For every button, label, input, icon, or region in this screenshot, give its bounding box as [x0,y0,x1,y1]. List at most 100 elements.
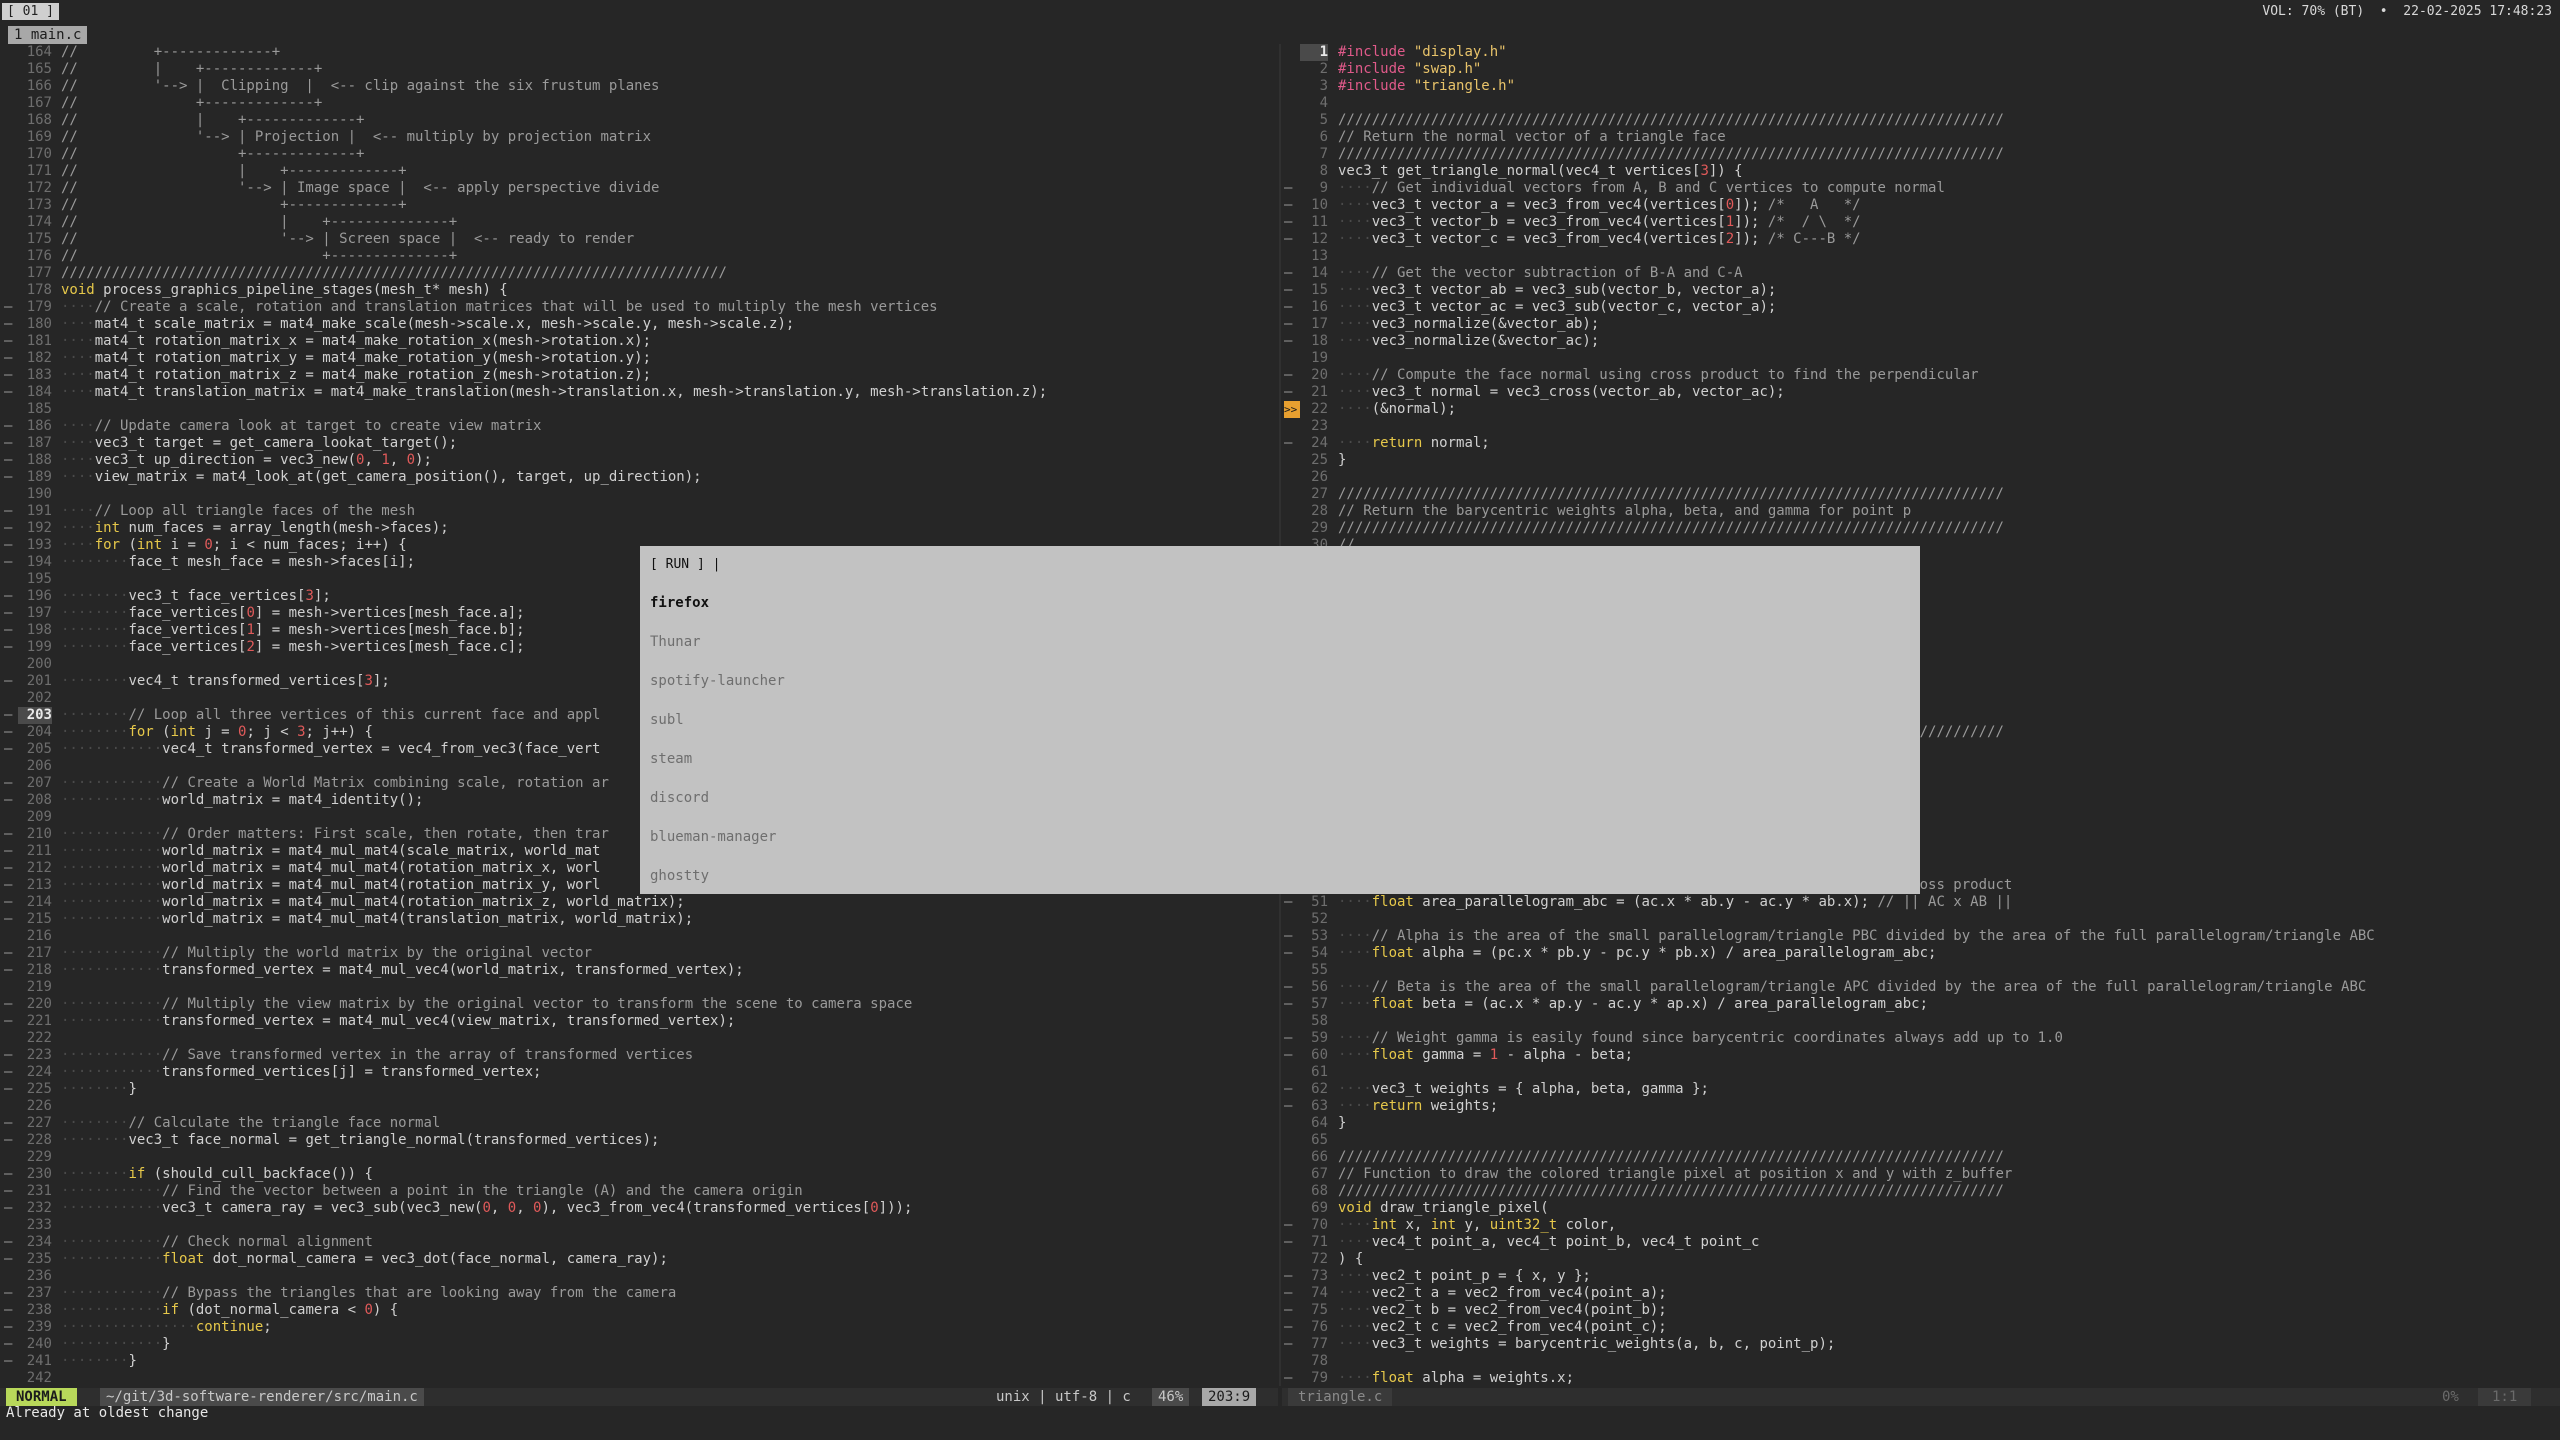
right-code-line[interactable]: 27 //////////////////////////////////////… [1282,486,2560,503]
left-code-line[interactable]: 170 // +-------------+ [0,146,1278,163]
right-code-line[interactable]: ‒ 77 ····vec3_t weights = barycentric_weig… [1282,1336,2560,1353]
right-code-line[interactable]: 61 [1282,1064,2560,1081]
left-code-line[interactable]: ‒ 181 ····mat4_t rotation_matrix_x = mat4_… [0,333,1278,350]
right-code-line[interactable]: ‒ 73 ····vec2_t point_p = { x, y }; [1282,1268,2560,1285]
right-code-line[interactable]: 67 // Function to draw the colored triang… [1282,1166,2560,1183]
right-code-line[interactable]: ‒ 24 ····return normal; [1282,435,2560,452]
left-code-line[interactable]: ‒ 215 ············world_matrix = mat4_mul_… [0,911,1278,928]
right-code-line[interactable]: ‒ 70 ····int x, int y, uint32_t color, [1282,1217,2560,1234]
right-code-line[interactable]: 19 [1282,350,2560,367]
right-code-line[interactable]: 64} [1282,1115,2560,1132]
workspace-indicator[interactable]: [ 01 ] [2,3,59,20]
right-code-line[interactable]: ‒ 63 ····return weights; [1282,1098,2560,1115]
right-code-line[interactable]: 66 //////////////////////////////////////… [1282,1149,2560,1166]
left-code-line[interactable]: ‒ 239 ················continue; [0,1319,1278,1336]
right-code-line[interactable]: 4 [1282,95,2560,112]
left-code-line[interactable]: ‒ 224 ············transformed_vertices[j] … [0,1064,1278,1081]
launcher-option[interactable]: discord [650,789,709,807]
left-code-line[interactable]: 169 // '--> | Projection | <-- multiply b… [0,129,1278,146]
left-code-line[interactable]: ‒ 228 ········vec3_t face_normal = get_tri… [0,1132,1278,1149]
left-code-line[interactable]: 176 // +--------------+ [0,248,1278,265]
launcher-option[interactable]: spotify-launcher [650,672,785,690]
left-code-line[interactable]: ‒ 187 ····vec3_t target = get_camera_looka… [0,435,1278,452]
left-code-line[interactable]: ‒ 191 ····// Loop all triangle faces of th… [0,503,1278,520]
left-code-line[interactable]: 174 // | +--------------+ [0,214,1278,231]
right-code-line[interactable]: ‒ 10 ····vec3_t vector_a = vec3_from_vec4(… [1282,197,2560,214]
right-code-line[interactable]: 25} [1282,452,2560,469]
right-code-line[interactable]: 28 // Return the barycentric weights alph… [1282,503,2560,520]
launcher-option[interactable]: blueman-manager [650,828,776,846]
left-code-line[interactable]: ‒ 221 ············transformed_vertex = mat… [0,1013,1278,1030]
right-code-line[interactable]: ‒ 17 ····vec3_normalize(&vector_ab); [1282,316,2560,333]
launcher-option[interactable]: steam [650,750,692,768]
left-code-line[interactable]: 222 [0,1030,1278,1047]
left-code-line[interactable]: ‒ 192 ····int num_faces = array_length(mes… [0,520,1278,537]
left-code-line[interactable]: 236 [0,1268,1278,1285]
left-code-line[interactable]: ‒ 225 ········} [0,1081,1278,1098]
left-code-line[interactable]: 229 [0,1149,1278,1166]
left-code-line[interactable]: ‒ 186 ····// Update camera look at target … [0,418,1278,435]
right-code-line[interactable]: 1 #include "display.h" [1282,44,2560,61]
left-code-line[interactable]: 168 // | +-------------+ [0,112,1278,129]
right-code-line[interactable]: 78 [1282,1353,2560,1370]
right-code-line[interactable]: 69 void draw_triangle_pixel( [1282,1200,2560,1217]
left-code-line[interactable]: ‒ 218 ············transformed_vertex = mat… [0,962,1278,979]
right-code-line[interactable]: ‒ 59 ····// Weight gamma is easily found s… [1282,1030,2560,1047]
right-code-line[interactable]: 58 [1282,1013,2560,1030]
left-code-line[interactable]: 216 [0,928,1278,945]
right-code-line[interactable]: ‒ 71 ····vec4_t point_a, vec4_t point_b, v… [1282,1234,2560,1251]
right-code-line[interactable]: >> 22 ····(&normal); [1282,401,2560,418]
right-code-line[interactable]: ‒ 75 ····vec2_t b = vec2_from_vec4(point_b… [1282,1302,2560,1319]
right-code-line[interactable]: 65 [1282,1132,2560,1149]
left-code-line[interactable]: ‒ 214 ············world_matrix = mat4_mul_… [0,894,1278,911]
left-code-line[interactable]: 167 // +-------------+ [0,95,1278,112]
right-code-line[interactable]: ‒ 14 ····// Get the vector subtraction of … [1282,265,2560,282]
left-code-line[interactable]: 233 [0,1217,1278,1234]
left-code-line[interactable]: 164 // +-------------+ [0,44,1278,61]
right-code-line[interactable]: ‒ 20 ····// Compute the face normal using … [1282,367,2560,384]
left-code-line[interactable]: ‒ 241 ········} [0,1353,1278,1370]
left-code-line[interactable]: ‒ 223 ············// Save transformed vert… [0,1047,1278,1064]
right-code-line[interactable]: 23 [1282,418,2560,435]
left-code-line[interactable]: 165 // | +-------------+ [0,61,1278,78]
left-code-line[interactable]: ‒ 180 ····mat4_t scale_matrix = mat4_make_… [0,316,1278,333]
right-code-line[interactable]: ‒ 12 ····vec3_t vector_c = vec3_from_vec4(… [1282,231,2560,248]
left-code-line[interactable]: 172 // '--> | Image space | <-- apply per… [0,180,1278,197]
launcher-option[interactable]: firefox [650,594,709,612]
left-code-line[interactable]: 175 // '--> | Screen space | <-- ready to… [0,231,1278,248]
left-code-line[interactable]: ‒ 182 ····mat4_t rotation_matrix_y = mat4_… [0,350,1278,367]
launcher-option[interactable]: Thunar [650,633,701,651]
right-code-line[interactable]: ‒ 53 ····// Alpha is the area of the small… [1282,928,2560,945]
left-code-line[interactable]: ‒ 237 ············// Bypass the triangles … [0,1285,1278,1302]
right-code-line[interactable]: ‒ 76 ····vec2_t c = vec2_from_vec4(point_c… [1282,1319,2560,1336]
left-code-line[interactable]: ‒ 235 ············float dot_normal_camera … [0,1251,1278,1268]
left-code-line[interactable]: 185 [0,401,1278,418]
left-code-line[interactable]: ‒ 227 ········// Calculate the triangle fa… [0,1115,1278,1132]
left-code-line[interactable]: ‒ 184 ····mat4_t translation_matrix = mat4… [0,384,1278,401]
right-code-line[interactable]: ‒ 79 ····float alpha = weights.x; [1282,1370,2560,1386]
left-code-line[interactable]: ‒ 230 ········if (should_cull_backface()) … [0,1166,1278,1183]
right-code-line[interactable]: ‒ 15 ····vec3_t vector_ab = vec3_sub(vecto… [1282,282,2560,299]
left-code-line[interactable]: ‒ 183 ····mat4_t rotation_matrix_z = mat4_… [0,367,1278,384]
left-code-line[interactable]: ‒ 188 ····vec3_t up_direction = vec3_new(0… [0,452,1278,469]
left-code-line[interactable]: 226 [0,1098,1278,1115]
buffer-tab-main[interactable]: 1 main.c [8,26,88,44]
right-code-line[interactable]: ‒ 57 ····float beta = (ac.x * ap.y - ac.y … [1282,996,2560,1013]
right-code-line[interactable]: ‒ 11 ····vec3_t vector_b = vec3_from_vec4(… [1282,214,2560,231]
launcher-option[interactable]: subl [650,711,684,729]
left-code-line[interactable]: ‒ 179 ····// Create a scale, rotation and … [0,299,1278,316]
left-code-line[interactable]: ‒ 217 ············// Multiply the world ma… [0,945,1278,962]
left-code-line[interactable]: ‒ 234 ············// Check normal alignmen… [0,1234,1278,1251]
left-code-line[interactable]: 190 [0,486,1278,503]
right-code-line[interactable]: 2 #include "swap.h" [1282,61,2560,78]
right-code-line[interactable]: 68 //////////////////////////////////////… [1282,1183,2560,1200]
left-code-line[interactable]: ‒ 232 ············vec3_t camera_ray = vec3… [0,1200,1278,1217]
right-code-line[interactable]: ‒ 51 ····float area_parallelogram_abc = (a… [1282,894,2560,911]
right-code-line[interactable]: ‒ 9 ····// Get individual vectors from A, … [1282,180,2560,197]
right-code-line[interactable]: 13 [1282,248,2560,265]
left-code-line[interactable]: ‒ 189 ····view_matrix = mat4_look_at(get_c… [0,469,1278,486]
left-code-line[interactable]: ‒ 238 ············if (dot_normal_camera < … [0,1302,1278,1319]
left-code-line[interactable]: 177 /////////////////////////////////////… [0,265,1278,282]
right-code-line[interactable]: ‒ 62 ····vec3_t weights = { alpha, beta, g… [1282,1081,2560,1098]
right-code-line[interactable]: ‒ 16 ····vec3_t vector_ac = vec3_sub(vecto… [1282,299,2560,316]
